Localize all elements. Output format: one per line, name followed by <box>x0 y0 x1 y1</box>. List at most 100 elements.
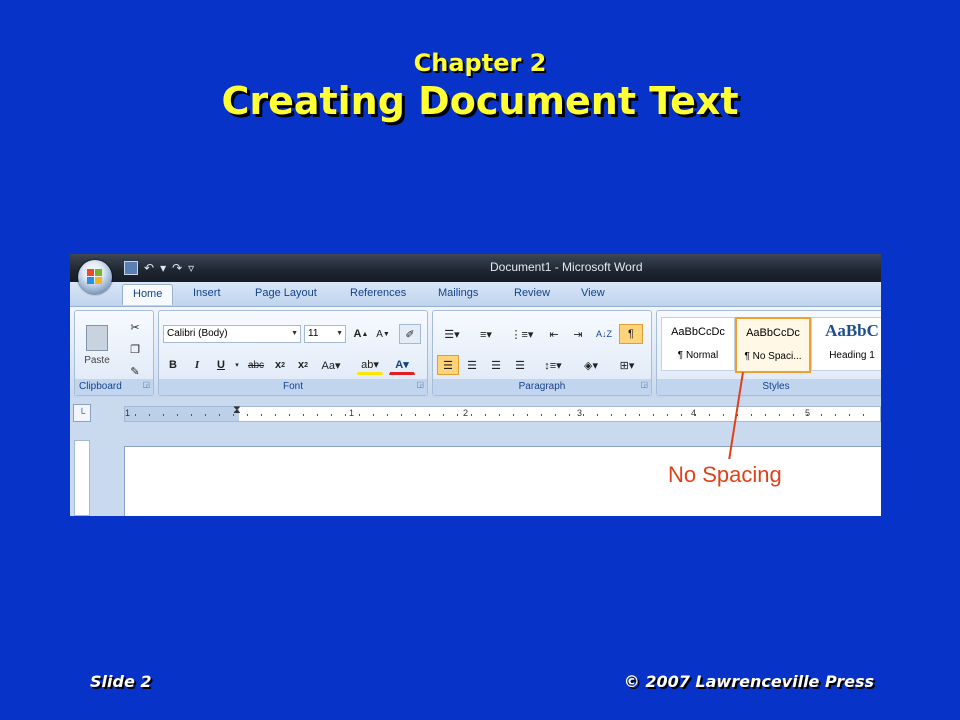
ruler-tick <box>835 414 836 416</box>
slide-title-block: Chapter 2 Creating Document Text <box>0 48 960 124</box>
ruler-tick <box>191 414 192 416</box>
ruler-tick <box>149 414 150 416</box>
styles-group: AaBbCcDc ¶ Normal AaBbCcDc ¶ No Spaci...… <box>656 310 881 396</box>
bold-icon[interactable]: B <box>163 355 183 375</box>
ruler-tick <box>527 414 528 416</box>
subscript-icon[interactable]: x2 <box>270 355 290 375</box>
word-screenshot: ↶ ▾ ↷ ▿ Document1 - Microsoft Word Home … <box>70 254 881 516</box>
ruler-tick <box>513 414 514 416</box>
shading-icon[interactable]: ◈▾ <box>575 355 607 375</box>
ruler-tick <box>345 414 346 416</box>
callout-label: No Spacing <box>668 462 782 487</box>
clipboard-group-label: Clipboard ◲ <box>75 379 153 395</box>
vertical-ruler[interactable] <box>74 440 90 516</box>
style-name: ¶ Normal <box>677 350 719 361</box>
ruler-tick <box>317 414 318 416</box>
ruler-tick <box>359 414 360 416</box>
change-case-icon[interactable]: Aa▾ <box>317 355 345 375</box>
horizontal-ruler[interactable]: 1 1 2 3 4 5 ⧗ <box>124 404 881 422</box>
style-preview: AaBbCcDc <box>746 327 800 339</box>
grow-font-icon[interactable]: A ▲ <box>351 324 371 344</box>
ruler-tick <box>163 414 164 416</box>
highlight-icon[interactable]: ab▾ <box>357 355 383 375</box>
font-name-field[interactable]: Calibri (Body) ▼ <box>163 325 301 343</box>
style-heading-1[interactable]: AaBbC Heading 1 <box>811 317 881 371</box>
borders-icon[interactable]: ⊞▾ <box>611 355 643 375</box>
ruler-tick <box>233 414 234 416</box>
numbering-icon[interactable]: ≡▾ <box>471 324 501 344</box>
slide-subtitle: Chapter 2 <box>413 49 547 77</box>
copy-icon[interactable]: ❐ <box>125 339 145 359</box>
window-title: Document1 - Microsoft Word <box>490 260 643 274</box>
justify-icon[interactable]: ☰ <box>509 355 531 375</box>
sort-icon[interactable]: A↓Z <box>593 324 615 344</box>
decrease-indent-icon[interactable]: ⇤ <box>543 324 565 344</box>
ruler-tick <box>443 414 444 416</box>
ruler-tick <box>807 414 808 416</box>
clear-formatting-icon[interactable]: ✐ <box>399 324 421 344</box>
increase-indent-icon[interactable]: ⇥ <box>567 324 589 344</box>
style-name: ¶ No Spaci... <box>744 351 802 362</box>
ruler-tick <box>863 414 864 416</box>
tab-references[interactable]: References <box>350 287 406 299</box>
tab-selector-button[interactable]: └ <box>73 404 91 422</box>
dialog-launcher-icon[interactable]: ◲ <box>142 377 150 393</box>
cut-icon[interactable]: ✂ <box>125 317 145 337</box>
ruler-tick <box>583 414 584 416</box>
ruler-tick <box>779 414 780 416</box>
font-size-value: 11 <box>308 328 319 339</box>
line-spacing-icon[interactable]: ↕≡▾ <box>537 355 569 375</box>
ruler-tick <box>219 414 220 416</box>
shrink-font-icon[interactable]: A ▼ <box>373 324 393 344</box>
style-no-spacing[interactable]: AaBbCcDc ¶ No Spaci... <box>735 317 811 373</box>
bullets-icon[interactable]: ☰▾ <box>437 324 467 344</box>
tab-mailings[interactable]: Mailings <box>438 287 478 299</box>
style-normal[interactable]: AaBbCcDc ¶ Normal <box>661 317 735 371</box>
align-left-icon[interactable]: ☰ <box>437 355 459 375</box>
ruler-tick <box>135 414 136 416</box>
styles-group-label: Styles <box>657 379 881 395</box>
tab-review[interactable]: Review <box>514 287 550 299</box>
ruler-tick <box>555 414 556 416</box>
ribbon: Paste ✂ ❐ ✎ Clipboard ◲ Calibri (Body) ▼… <box>70 306 881 399</box>
ruler-tick <box>289 414 290 416</box>
ruler-tick <box>849 414 850 416</box>
clipboard-label: Clipboard <box>79 381 122 392</box>
ruler-tick <box>401 414 402 416</box>
ruler-tick <box>247 414 248 416</box>
underline-icon[interactable]: U <box>211 355 231 375</box>
slide-title: Creating Document Text <box>221 79 739 123</box>
ruler-tick <box>681 414 682 416</box>
font-size-field[interactable]: 11 ▼ <box>304 325 346 343</box>
ruler-tick <box>709 414 710 416</box>
dialog-launcher-icon[interactable]: ◲ <box>640 377 648 393</box>
italic-icon[interactable]: I <box>187 355 207 375</box>
paragraph-group-label: Paragraph ◲ <box>433 379 651 395</box>
ruler-tick <box>541 414 542 416</box>
office-button[interactable] <box>78 260 112 294</box>
ruler-tick <box>723 414 724 416</box>
font-color-icon[interactable]: A▾ <box>389 355 415 375</box>
ruler-tick <box>303 414 304 416</box>
chevron-down-icon[interactable]: ▾ <box>232 355 242 375</box>
office-logo-icon <box>87 269 103 285</box>
ruler-tick <box>765 414 766 416</box>
ruler-tick <box>569 414 570 416</box>
indent-marker-icon[interactable]: ⧗ <box>233 404 241 417</box>
tab-page-layout[interactable]: Page Layout <box>255 287 317 299</box>
strikethrough-icon[interactable]: abc <box>245 355 267 375</box>
paste-button[interactable]: Paste <box>81 317 113 373</box>
tab-home[interactable]: Home <box>122 284 174 305</box>
tab-insert[interactable]: Insert <box>193 287 221 299</box>
superscript-icon[interactable]: x2 <box>293 355 313 375</box>
ruler-tick <box>695 414 696 416</box>
slide-number: Slide 2 <box>90 672 152 691</box>
dialog-launcher-icon[interactable]: ◲ <box>416 377 424 393</box>
align-right-icon[interactable]: ☰ <box>485 355 507 375</box>
ruler-tick <box>485 414 486 416</box>
tab-view[interactable]: View <box>581 287 605 299</box>
show-hide-icon[interactable]: ¶ <box>619 324 643 344</box>
align-center-icon[interactable]: ☰ <box>461 355 483 375</box>
multilevel-list-icon[interactable]: ⋮≡▾ <box>505 324 539 344</box>
title-bar: ↶ ▾ ↷ ▿ Document1 - Microsoft Word <box>70 254 881 282</box>
